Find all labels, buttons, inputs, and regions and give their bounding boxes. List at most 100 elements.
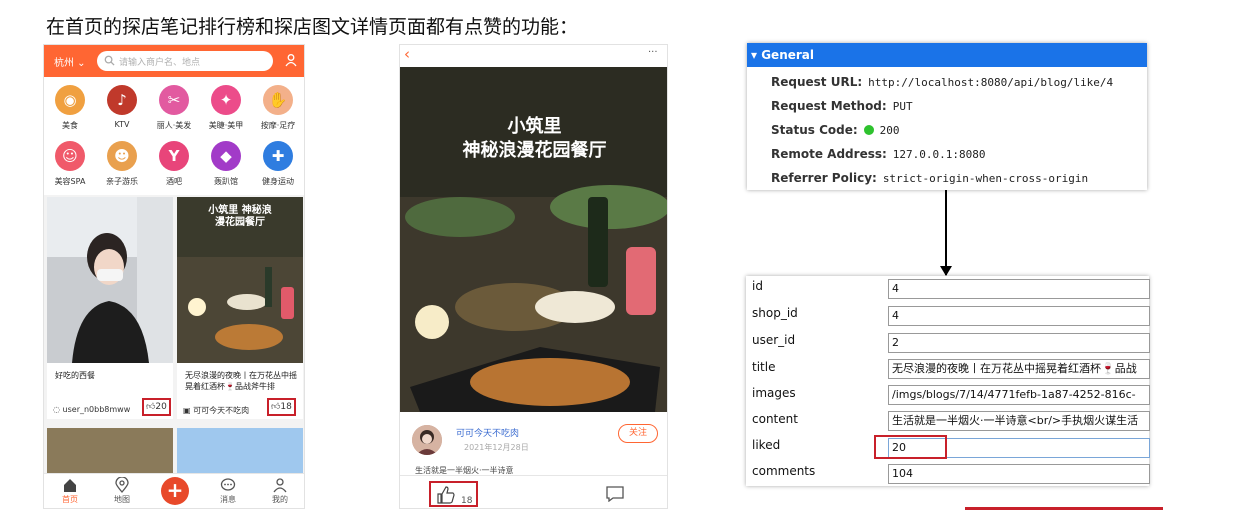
flow-arrow-head-icon <box>940 266 952 276</box>
field-label: id <box>752 279 763 293</box>
user-icon[interactable] <box>284 53 298 67</box>
category-label: 美睫·美甲 <box>208 121 244 130</box>
field-value-content[interactable]: 生活就是一半烟火·一半诗意<br/>手执烟火谋生活 <box>888 411 1150 431</box>
detail-image: 小筑里 神秘浪漫花园餐厅 <box>400 67 667 412</box>
search-box[interactable]: 请输入商户名、地点 <box>97 51 273 71</box>
field-value-id[interactable]: 4 <box>888 279 1150 299</box>
category-food[interactable]: ◉ 美食 <box>44 79 96 135</box>
city-label: 杭州 <box>54 58 74 69</box>
back-chevron-icon[interactable]: ‹ <box>404 45 410 63</box>
food-icon: ◉ <box>55 85 85 115</box>
row-value: PUT <box>892 100 913 113</box>
page-heading: 在首页的探店笔记排行榜和探店图文详情页面都有点赞的功能： <box>46 16 579 38</box>
like-count: 18 <box>280 402 292 412</box>
category-hair[interactable]: ✂ 丽人·美发 <box>148 79 200 135</box>
row-value: 127.0.0.1:8080 <box>892 148 986 161</box>
field-value-shop-id[interactable]: 4 <box>888 306 1150 326</box>
field-value-user-id[interactable]: 2 <box>888 333 1150 353</box>
category-label: 酒吧 <box>166 177 182 186</box>
field-label: user_id <box>752 333 796 347</box>
detail-screen: ‹ ··· 小筑里 神秘浪漫花园餐厅 可可今天不吃肉 2021年12月28日 关… <box>399 44 668 509</box>
field-value-images[interactable]: /imgs/blogs/7/14/4771fefb-1a87-4252-816c… <box>888 385 1150 405</box>
more-icon[interactable]: ··· <box>648 47 658 58</box>
category-fitness[interactable]: ✚ 健身运动 <box>252 135 304 191</box>
flow-arrow-line <box>945 190 947 275</box>
request-url-row: Request URL: http://localhost:8080/api/bl… <box>771 75 1113 89</box>
nav-label: 我的 <box>272 495 288 504</box>
row-key: Referrer Policy: <box>771 171 877 185</box>
category-massage[interactable]: ✋ 按摩·足疗 <box>252 79 304 135</box>
blog-card-author: ▣ 可可今天不吃肉 <box>183 406 250 415</box>
category-nail[interactable]: ✦ 美睫·美甲 <box>200 79 252 135</box>
like-count: 18 <box>461 496 473 506</box>
category-kids[interactable]: ☻ 亲子游乐 <box>96 135 148 191</box>
request-method-row: Request Method: PUT <box>771 99 913 113</box>
blog-card-author-name: 可可今天不吃肉 <box>193 406 250 415</box>
row-key: Status Code: <box>771 123 858 137</box>
field-label: liked <box>752 438 781 452</box>
row-value: strict-origin-when-cross-origin <box>882 172 1089 185</box>
blog-card[interactable] <box>47 428 173 473</box>
field-value-title[interactable]: 无尽浪漫的夜晚丨在万花丛中摇晃着红酒杯🍷品战 <box>888 359 1150 379</box>
category-spa[interactable]: ☺ 美容SPA <box>44 135 96 191</box>
category-label: 亲子游乐 <box>106 177 138 186</box>
nav-profile[interactable]: 我的 <box>260 477 300 505</box>
blog-card[interactable] <box>177 428 303 473</box>
category-grid: ◉ 美食 ♪ KTV ✂ 丽人·美发 ✦ 美睫·美甲 ✋ 按摩·足疗 ☺ 美容SPA ☻ 亲子… <box>44 77 304 195</box>
nav-map[interactable]: 地图 <box>102 477 142 505</box>
massage-icon: ✋ <box>263 85 293 115</box>
blog-card[interactable]: 好吃的西餐 ◌ user_n0bb8mww 👍︎20 <box>47 197 173 419</box>
category-label: KTV <box>114 120 130 129</box>
thumbs-up-icon: 👍︎ <box>146 402 156 412</box>
status-ok-icon <box>863 125 874 135</box>
category-bar[interactable]: Y 酒吧 <box>148 135 200 191</box>
avatar-image <box>412 425 442 455</box>
detail-action-bar: 18 <box>400 475 667 508</box>
field-label: images <box>752 386 796 400</box>
microphone-icon: ♪ <box>107 85 137 115</box>
blog-card-title: 无尽浪漫的夜晚丨在万花丛中摇晃着红酒杯🍷品战斧牛排 <box>185 371 297 391</box>
detail-image-title: 小筑里 神秘浪漫花园餐厅 <box>400 115 667 163</box>
like-button[interactable]: 18 <box>429 481 478 507</box>
nav-home[interactable]: 首页 <box>50 477 90 505</box>
category-label: 丽人·美发 <box>156 121 192 130</box>
search-placeholder: 请输入商户名、地点 <box>119 58 201 68</box>
home-header: 杭州 ⌄ 请输入商户名、地点 <box>44 45 304 77</box>
post-content: 生活就是一半烟火·一半诗意 <box>415 466 514 474</box>
detail-image-title-line: 小筑里 <box>507 116 562 137</box>
avatar[interactable] <box>412 425 442 455</box>
author-name[interactable]: 可可今天不吃肉 <box>456 426 519 439</box>
blog-card-author-name: user_n0bb8mww <box>62 405 131 414</box>
plus-icon: + <box>166 478 184 502</box>
bottom-nav: 首页 地图 + 消息 我的 <box>44 473 304 508</box>
city-selector[interactable]: 杭州 ⌄ <box>54 54 86 69</box>
blog-card[interactable]: 小筑里 神秘浪漫花园餐厅 无尽浪漫的夜晚丨在万花丛中摇晃着红酒杯🍷品战斧牛排 ▣… <box>177 197 303 419</box>
category-ktv[interactable]: ♪ KTV <box>96 79 148 135</box>
general-header[interactable]: ▾ General <box>747 43 1147 67</box>
devtools-general-panel: ▾ General Request URL: http://localhost:8… <box>747 43 1147 190</box>
message-icon <box>220 478 236 491</box>
category-label: 美容SPA <box>54 177 86 186</box>
follow-button[interactable]: 关注 <box>618 424 658 443</box>
spa-icon: ☺ <box>55 141 85 171</box>
field-label: shop_id <box>752 306 798 320</box>
kids-icon: ☻ <box>107 141 137 171</box>
liked-highlight-box <box>874 435 947 459</box>
field-label: comments <box>752 464 816 478</box>
category-label: 按摩·足疗 <box>260 121 296 130</box>
thumbs-up-icon <box>437 486 455 504</box>
remote-address-row: Remote Address: 127.0.0.1:8080 <box>771 147 986 161</box>
nav-messages[interactable]: 消息 <box>208 477 248 505</box>
referrer-policy-row: Referrer Policy: strict-origin-when-cross… <box>771 171 1088 185</box>
field-value-comments[interactable]: 104 <box>888 464 1150 484</box>
like-button[interactable]: 👍︎18 <box>267 398 296 416</box>
nav-label: 地图 <box>114 495 130 504</box>
comment-icon[interactable] <box>606 486 624 502</box>
row-key: Request URL: <box>771 75 863 89</box>
category-party[interactable]: ◆ 轰趴馆 <box>200 135 252 191</box>
row-value: 200 <box>879 124 900 137</box>
post-button[interactable]: + <box>161 477 189 505</box>
user-icon <box>273 478 287 493</box>
like-button[interactable]: 👍︎20 <box>142 398 171 416</box>
detail-image-title-line: 神秘浪漫花园餐厅 <box>462 140 607 161</box>
